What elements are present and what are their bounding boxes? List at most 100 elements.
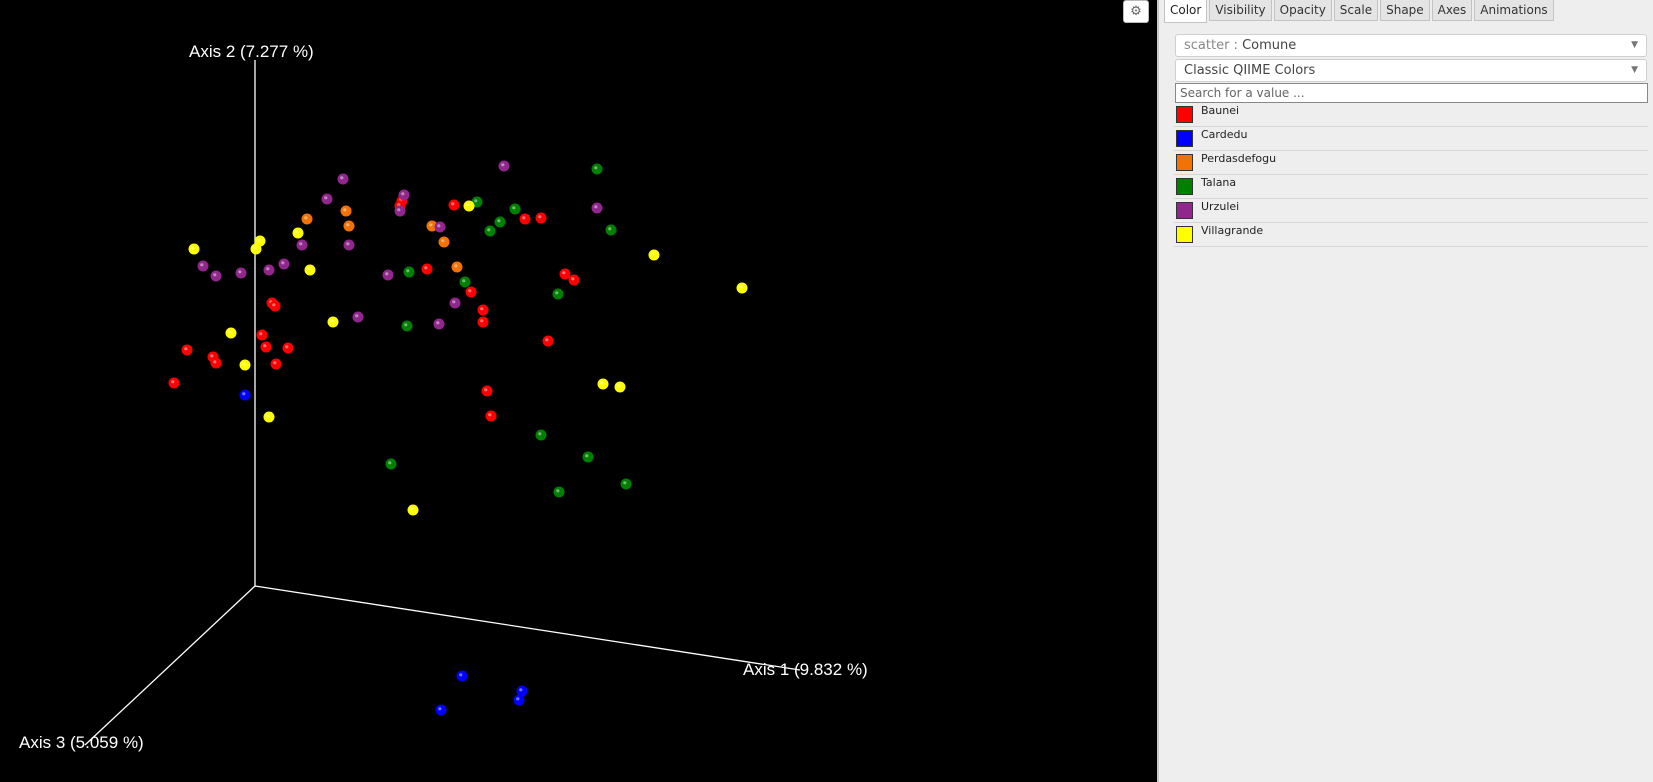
sample-point-highlight [480,307,484,311]
sample-point[interactable] [403,266,415,278]
color-swatch[interactable] [1176,202,1193,219]
sample-point[interactable] [463,200,475,212]
sample-point[interactable] [278,258,290,270]
sample-point[interactable] [197,260,209,272]
settings-button[interactable]: ⚙ [1123,0,1149,23]
sample-point[interactable] [188,243,200,255]
scatter-plot-svg[interactable] [0,0,1157,782]
sample-point[interactable] [465,286,477,298]
sample-point[interactable] [591,202,603,214]
sample-point[interactable] [513,694,525,706]
sample-point[interactable] [451,261,463,273]
sample-point[interactable] [449,297,461,309]
sample-point[interactable] [568,274,580,286]
sample-point[interactable] [401,320,413,332]
sample-point[interactable] [269,300,281,312]
sample-point[interactable] [256,329,268,341]
sample-point[interactable] [263,411,275,423]
sample-point[interactable] [352,311,364,323]
sample-point[interactable] [407,504,419,516]
sample-point-highlight [480,319,484,323]
sample-point[interactable] [239,389,251,401]
sample-point[interactable] [553,486,565,498]
color-swatch[interactable] [1176,106,1193,123]
sample-point[interactable] [582,451,594,463]
scatter-plot-canvas[interactable]: Axis 2 (7.277 %) Axis 1 (9.832 %) Axis 3… [0,0,1157,782]
color-swatch[interactable] [1176,154,1193,171]
sample-point[interactable] [282,342,294,354]
sample-point[interactable] [477,316,489,328]
sample-point[interactable] [337,173,349,185]
color-swatch[interactable] [1176,130,1193,147]
sample-point[interactable] [552,288,564,300]
sample-point[interactable] [260,341,272,353]
sample-point[interactable] [343,220,355,232]
sample-point[interactable] [484,225,496,237]
sample-point[interactable] [459,276,471,288]
sample-point[interactable] [736,282,748,294]
color-swatch[interactable] [1176,178,1193,195]
sample-point[interactable] [343,239,355,251]
legend-label: Talana [1201,176,1237,189]
sample-point[interactable] [648,249,660,261]
sample-point[interactable] [535,429,547,441]
sample-point[interactable] [385,458,397,470]
tab-color[interactable]: Color [1164,0,1208,23]
color-swatch[interactable] [1176,226,1193,243]
colormap-select[interactable]: Classic QIIME Colors ▼ [1175,59,1647,82]
tab-opacity[interactable]: Opacity [1273,0,1332,21]
sample-point[interactable] [438,236,450,248]
sample-point[interactable] [509,203,521,215]
sample-point[interactable] [421,263,433,275]
sample-point[interactable] [210,270,222,282]
sample-point[interactable] [456,670,468,682]
sample-point[interactable] [477,304,489,316]
sample-point-highlight [600,381,604,385]
sample-point[interactable] [181,344,193,356]
sample-point[interactable] [485,410,497,422]
sample-point[interactable] [250,243,262,255]
sample-point[interactable] [210,357,222,369]
sample-point[interactable] [239,359,251,371]
sample-point[interactable] [519,213,531,225]
sample-point[interactable] [434,221,446,233]
sample-point[interactable] [270,358,282,370]
sample-point[interactable] [498,160,510,172]
sample-point[interactable] [340,205,352,217]
category-select[interactable]: scatter : Comune ▼ [1175,34,1647,57]
tab-axes[interactable]: Axes [1431,0,1473,21]
sample-point[interactable] [435,704,447,716]
sample-point[interactable] [614,381,626,393]
sample-point[interactable] [494,216,506,228]
sample-point[interactable] [382,269,394,281]
sample-point[interactable] [168,377,180,389]
sample-point-highlight [436,321,440,325]
sample-point[interactable] [448,199,460,211]
sample-point[interactable] [304,264,316,276]
sample-point[interactable] [235,267,247,279]
tab-visibility[interactable]: Visibility [1209,0,1272,21]
sample-point[interactable] [263,264,275,276]
tab-scale[interactable]: Scale [1333,0,1379,21]
sample-point[interactable] [433,318,445,330]
tab-animations[interactable]: Animations [1474,0,1554,21]
sample-point[interactable] [620,478,632,490]
sample-point[interactable] [605,224,617,236]
sample-point-highlight [343,208,347,212]
sample-point[interactable] [394,205,406,217]
tab-shape[interactable]: Shape [1380,0,1430,21]
search-input[interactable] [1175,83,1648,103]
sample-point[interactable] [481,385,493,397]
sample-point[interactable] [327,316,339,328]
sample-point[interactable] [292,227,304,239]
sample-point[interactable] [398,189,410,201]
sample-point[interactable] [591,163,603,175]
sample-point[interactable] [296,239,308,251]
sample-point[interactable] [542,335,554,347]
sample-point[interactable] [225,327,237,339]
sample-point[interactable] [535,212,547,224]
sample-point[interactable] [321,193,333,205]
sample-point[interactable] [559,268,571,280]
sample-point[interactable] [597,378,609,390]
sample-point[interactable] [301,213,313,225]
